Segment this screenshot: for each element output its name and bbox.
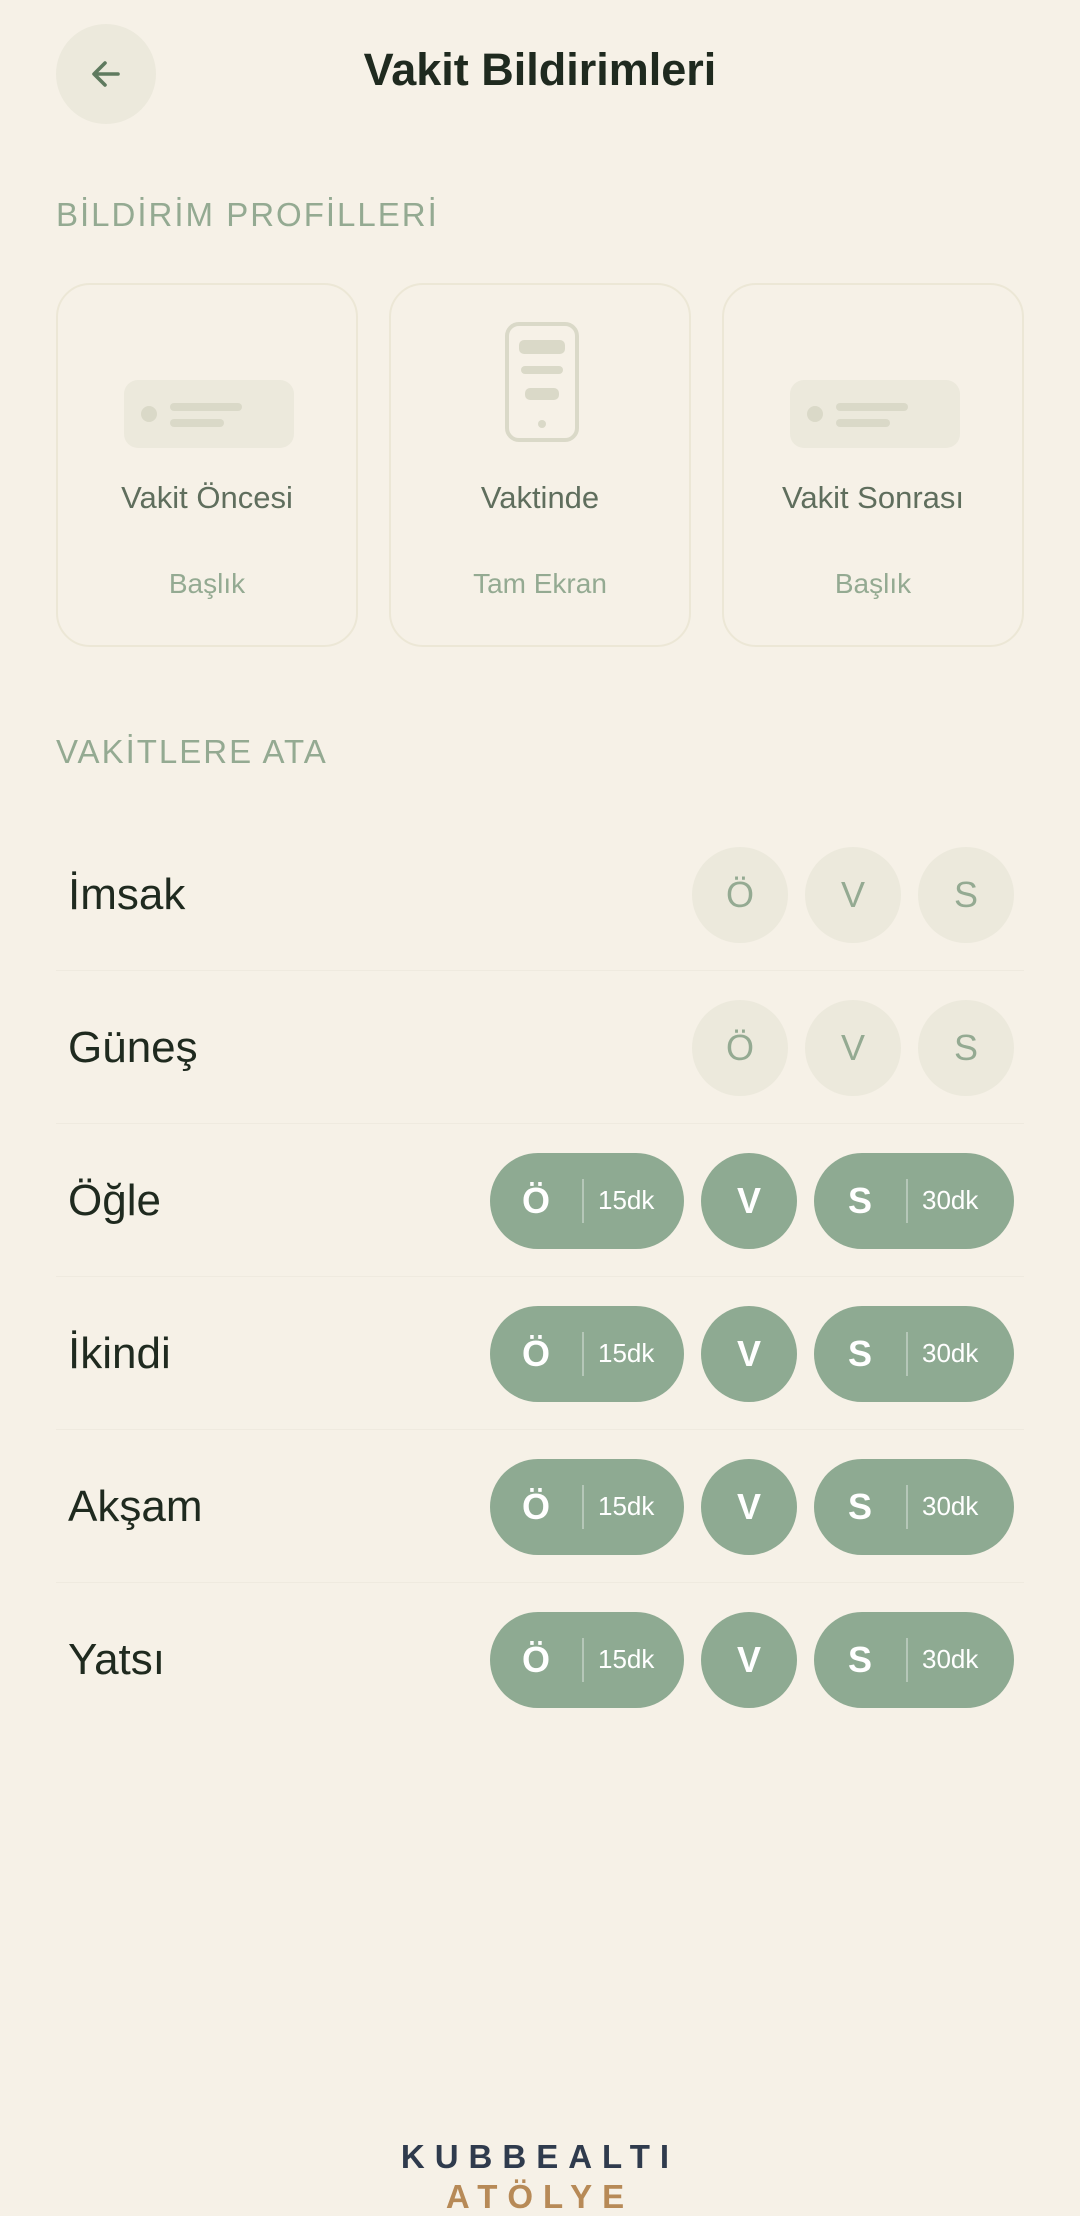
chip-minutes: 30dk: [922, 1338, 979, 1368]
profile-card-title: Vaktinde: [480, 480, 600, 515]
profile-card-subtitle: Tam Ekran: [473, 568, 607, 599]
chip-before[interactable]: Ö 15dk: [490, 1305, 684, 1402]
profile-card-subtitle: Başlık: [168, 568, 246, 599]
profile-cards: Vakit Öncesi Başlık Vaktinde Tam Ekran V…: [56, 283, 1024, 649]
profile-card-vakit-sonrasi[interactable]: Vakit Sonrası Başlık: [722, 283, 1024, 647]
chip-before[interactable]: Ö 15dk: [490, 1611, 684, 1708]
chip-on-time[interactable]: V: [805, 999, 901, 1096]
prayer-name: İmsak: [68, 869, 186, 919]
chip-before[interactable]: Ö 15dk: [490, 1458, 684, 1555]
chip-letter: S: [847, 1485, 872, 1527]
chip-letter: Ö: [521, 1638, 550, 1680]
banner-notification-icon: [790, 380, 960, 448]
chip-after[interactable]: S 30dk: [814, 1458, 1014, 1555]
chip-letter: S: [847, 1179, 872, 1221]
chip-after[interactable]: S 30dk: [814, 1305, 1014, 1402]
brand-subname: ATÖLYE: [445, 2178, 635, 2215]
chip-minutes: 30dk: [922, 1491, 979, 1521]
profile-card-vakit-oncesi[interactable]: Vakit Öncesi Başlık: [56, 283, 358, 647]
chip-minutes: 15dk: [598, 1491, 655, 1521]
profiles-section-label: BİLDİRİM PROFİLLERİ: [56, 196, 439, 233]
chip-after[interactable]: S 30dk: [814, 1611, 1014, 1708]
list-item-gunes: Güneş Ö V S: [56, 971, 1024, 1124]
chip-letter: S: [847, 1332, 872, 1374]
list-item-aksam: Akşam Ö 15dk V S 30dk: [56, 1430, 1024, 1583]
banner-notification-icon: [124, 380, 294, 448]
chip-after[interactable]: S: [918, 846, 1014, 943]
profile-card-title: Vakit Sonrası: [781, 480, 965, 515]
chip-minutes: 15dk: [598, 1338, 655, 1368]
chip-letter: S: [847, 1638, 872, 1680]
profile-card-subtitle: Başlık: [834, 568, 912, 599]
chip-letter: Ö: [521, 1332, 550, 1374]
chip-minutes: 30dk: [922, 1644, 979, 1674]
chip-minutes: 15dk: [598, 1644, 655, 1674]
chip-minutes: 15dk: [598, 1185, 655, 1215]
chip-on-time[interactable]: V: [701, 1305, 797, 1402]
brand-name: KUBBEALTI: [400, 2138, 680, 2175]
chip-on-time[interactable]: V: [701, 1458, 797, 1555]
profile-card-vaktinde[interactable]: Vaktinde Tam Ekran: [389, 283, 691, 647]
prayer-name: Güneş: [68, 1022, 198, 1072]
list-item-imsak: İmsak Ö V S: [56, 818, 1024, 971]
list-item-ikindi: İkindi Ö 15dk V S 30dk: [56, 1277, 1024, 1430]
brand-logo: KUBBEALTI ATÖLYE: [0, 2138, 1080, 2216]
prayer-name: Öğle: [68, 1175, 161, 1225]
header: Vakit Bildirimleri: [0, 0, 1080, 150]
prayer-name: İkindi: [68, 1328, 171, 1378]
chip-on-time[interactable]: V: [701, 1152, 797, 1249]
chip-letter: Ö: [521, 1179, 550, 1221]
chip-before[interactable]: Ö 15dk: [490, 1152, 684, 1249]
prayer-name: Akşam: [68, 1481, 203, 1531]
assign-section-label: VAKİTLERE ATA: [56, 733, 328, 770]
chip-on-time[interactable]: V: [805, 846, 901, 943]
list-item-ogle: Öğle Ö 15dk V S 30dk: [56, 1124, 1024, 1277]
chip-after[interactable]: S 30dk: [814, 1152, 1014, 1249]
phone-fullscreen-icon: [505, 322, 579, 442]
profile-card-title: Vakit Öncesi: [121, 480, 293, 515]
chip-minutes: 30dk: [922, 1185, 979, 1215]
list-item-yatsi: Yatsı Ö 15dk V S 30dk: [56, 1583, 1024, 1736]
chip-letter: Ö: [521, 1485, 550, 1527]
prayer-name: Yatsı: [68, 1634, 166, 1684]
chip-before[interactable]: Ö: [692, 846, 788, 943]
chip-after[interactable]: S: [918, 999, 1014, 1096]
page-title: Vakit Bildirimleri: [363, 44, 717, 95]
chip-on-time[interactable]: V: [701, 1611, 797, 1708]
chip-before[interactable]: Ö: [692, 999, 788, 1096]
